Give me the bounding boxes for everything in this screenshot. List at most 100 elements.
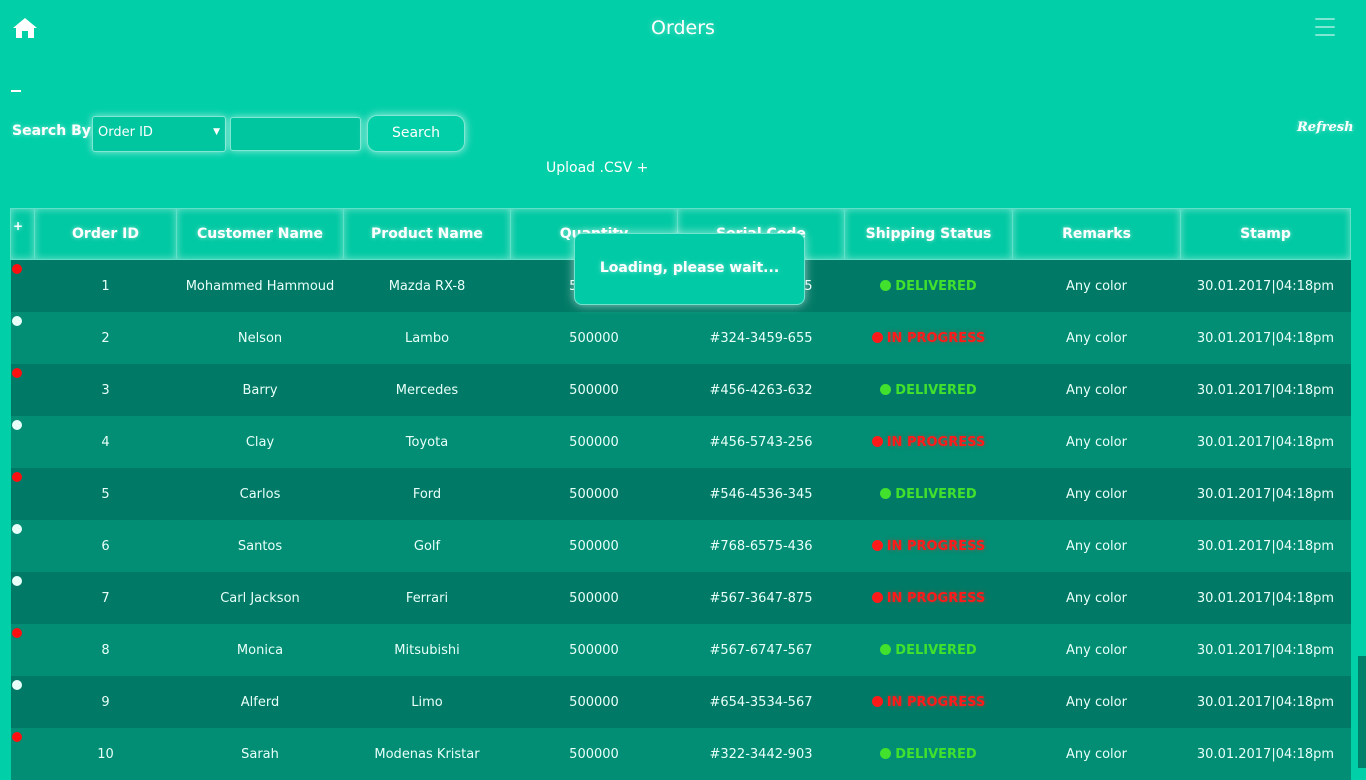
row-marker-cell: [11, 676, 35, 728]
remarks-cell: Any color: [1013, 624, 1181, 676]
serial-code-cell: #456-5743-256: [678, 416, 845, 468]
row-marker-cell: [11, 260, 35, 313]
shipping-status-cell: DELIVERED: [845, 624, 1013, 676]
status-dot-icon: [880, 748, 891, 759]
quantity-cell: 500000: [511, 416, 678, 468]
stamp-cell: 30.01.2017|04:18pm: [1181, 312, 1351, 364]
product-name-cell: Mazda RX-8: [344, 260, 511, 313]
row-marker-cell: [11, 468, 35, 520]
status-dot-icon: [880, 488, 891, 499]
column-header-order-id[interactable]: Order ID: [35, 209, 177, 260]
status-badge: IN PROGRESS: [887, 591, 986, 606]
table-row[interactable]: 9AlferdLimo500000#654-3534-567IN PROGRES…: [11, 676, 1351, 728]
collapse-dash[interactable]: [11, 90, 21, 92]
customer-name-cell: Barry: [177, 364, 344, 416]
status-badge: DELIVERED: [895, 643, 976, 658]
serial-code-cell: #546-4536-345: [678, 468, 845, 520]
quantity-cell: 500000: [511, 468, 678, 520]
table-row[interactable]: 10SarahModenas Kristar500000#322-3442-90…: [11, 728, 1351, 780]
search-input[interactable]: [230, 117, 361, 151]
row-indicator-dot-icon: [12, 420, 22, 430]
quantity-cell: 500000: [511, 572, 678, 624]
column-header-remarks[interactable]: Remarks: [1013, 209, 1181, 260]
shipping-status-cell: IN PROGRESS: [845, 312, 1013, 364]
status-badge: IN PROGRESS: [887, 695, 986, 710]
shipping-status-cell: DELIVERED: [845, 728, 1013, 780]
upload-csv-link[interactable]: Upload .CSV +: [546, 160, 648, 176]
serial-code-cell: #324-3459-655: [678, 312, 845, 364]
stamp-cell: 30.01.2017|04:18pm: [1181, 572, 1351, 624]
order-id-cell: 4: [35, 416, 177, 468]
hamburger-menu-icon[interactable]: [1315, 18, 1335, 38]
order-id-cell: 5: [35, 468, 177, 520]
serial-code-cell: #567-3647-875: [678, 572, 845, 624]
loading-text: Loading, please wait...: [575, 260, 804, 276]
scrollbar-thumb[interactable]: [1358, 656, 1366, 768]
serial-code-cell: #456-4263-632: [678, 364, 845, 416]
row-indicator-dot-icon: [12, 628, 22, 638]
customer-name-cell: Alferd: [177, 676, 344, 728]
remarks-cell: Any color: [1013, 312, 1181, 364]
column-header-stamp[interactable]: Stamp: [1181, 209, 1351, 260]
status-badge: DELIVERED: [895, 747, 976, 762]
order-id-cell: 8: [35, 624, 177, 676]
column-header-product-name[interactable]: Product Name: [344, 209, 511, 260]
status-dot-icon: [880, 280, 891, 291]
status-badge: DELIVERED: [895, 383, 976, 398]
search-button[interactable]: Search: [367, 115, 465, 152]
product-name-cell: Mitsubishi: [344, 624, 511, 676]
row-indicator-dot-icon: [12, 576, 22, 586]
top-bar: Orders: [0, 0, 1366, 58]
column-header-shipping-status[interactable]: Shipping Status: [845, 209, 1013, 260]
shipping-status-cell: IN PROGRESS: [845, 572, 1013, 624]
table-row[interactable]: 2NelsonLambo500000#324-3459-655IN PROGRE…: [11, 312, 1351, 364]
table-row[interactable]: 5CarlosFord500000#546-4536-345DELIVEREDA…: [11, 468, 1351, 520]
customer-name-cell: Carl Jackson: [177, 572, 344, 624]
stamp-cell: 30.01.2017|04:18pm: [1181, 676, 1351, 728]
remarks-cell: Any color: [1013, 416, 1181, 468]
expand-all-toggle[interactable]: +: [11, 209, 35, 260]
stamp-cell: 30.01.2017|04:18pm: [1181, 364, 1351, 416]
row-marker-cell: [11, 364, 35, 416]
quantity-cell: 500000: [511, 520, 678, 572]
order-id-cell: 9: [35, 676, 177, 728]
product-name-cell: Golf: [344, 520, 511, 572]
table-row[interactable]: 4ClayToyota500000#456-5743-256IN PROGRES…: [11, 416, 1351, 468]
table-row[interactable]: 6SantosGolf500000#768-6575-436IN PROGRES…: [11, 520, 1351, 572]
remarks-cell: Any color: [1013, 364, 1181, 416]
page-title: Orders: [0, 17, 1366, 39]
table-row[interactable]: 3BarryMercedes500000#456-4263-632DELIVER…: [11, 364, 1351, 416]
status-badge: DELIVERED: [895, 279, 976, 294]
serial-code-cell: #567-6747-567: [678, 624, 845, 676]
row-indicator-dot-icon: [12, 264, 22, 274]
quantity-cell: 500000: [511, 364, 678, 416]
customer-name-cell: Carlos: [177, 468, 344, 520]
order-id-cell: 3: [35, 364, 177, 416]
product-name-cell: Ford: [344, 468, 511, 520]
refresh-link[interactable]: Refresh: [1297, 120, 1354, 135]
row-marker-cell: [11, 572, 35, 624]
column-header-customer-name[interactable]: Customer Name: [177, 209, 344, 260]
status-dot-icon: [872, 436, 883, 447]
shipping-status-cell: DELIVERED: [845, 468, 1013, 520]
table-row[interactable]: 8MonicaMitsubishi500000#567-6747-567DELI…: [11, 624, 1351, 676]
quantity-cell: 500000: [511, 676, 678, 728]
order-id-cell: 1: [35, 260, 177, 313]
status-dot-icon: [872, 696, 883, 707]
row-indicator-dot-icon: [12, 368, 22, 378]
shipping-status-cell: IN PROGRESS: [845, 416, 1013, 468]
status-badge: IN PROGRESS: [887, 435, 986, 450]
customer-name-cell: Mohammed Hammoud: [177, 260, 344, 313]
row-marker-cell: [11, 416, 35, 468]
order-id-cell: 6: [35, 520, 177, 572]
status-badge: IN PROGRESS: [887, 331, 986, 346]
remarks-cell: Any color: [1013, 520, 1181, 572]
remarks-cell: Any color: [1013, 728, 1181, 780]
chevron-down-icon: ▼: [213, 127, 220, 137]
shipping-status-cell: IN PROGRESS: [845, 520, 1013, 572]
table-row[interactable]: 7Carl JacksonFerrari500000#567-3647-875I…: [11, 572, 1351, 624]
status-badge: DELIVERED: [895, 487, 976, 502]
table-body: 1Mohammed HammoudMazda RX-8500000#345-34…: [11, 260, 1351, 780]
shipping-status-cell: DELIVERED: [845, 364, 1013, 416]
search-field-select[interactable]: Order ID ▼: [92, 116, 226, 152]
